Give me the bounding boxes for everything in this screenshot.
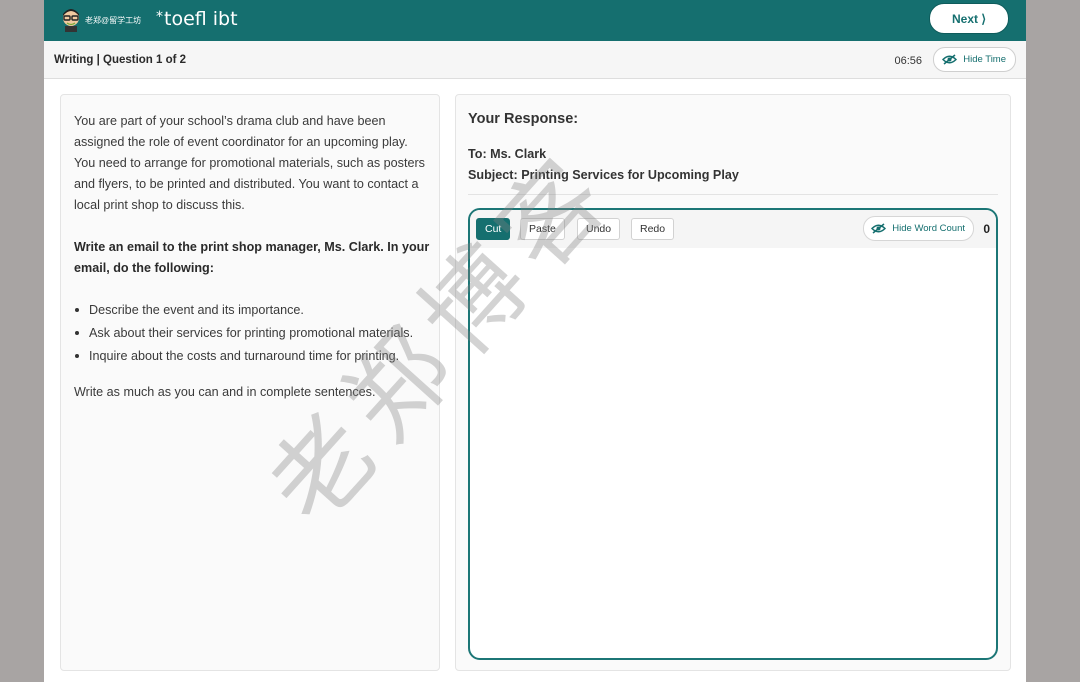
prompt-task: Write an email to the print shop manager… <box>74 240 430 275</box>
prompt-text: You are part of your school’s drama club… <box>74 111 430 424</box>
response-textarea[interactable] <box>470 248 996 658</box>
eye-slash-icon <box>942 54 958 65</box>
paste-button[interactable]: Paste <box>520 218 565 240</box>
email-subject-line: Subject: Printing Services for Upcoming … <box>468 168 739 182</box>
bullet-text: Ask about their services for printing pr… <box>89 326 414 340</box>
next-button[interactable]: Next ⟩ <box>929 3 1009 34</box>
prompt-panel: You are part of your school’s drama club… <box>60 94 440 671</box>
eye-slash-icon <box>871 223 887 234</box>
bullet-dot <box>75 331 79 335</box>
question-status-bar: Writing | Question 1 of 2 06:56 Hide Tim… <box>44 41 1026 79</box>
to-value: Ms. Clark <box>490 147 547 161</box>
redo-button[interactable]: Redo <box>631 218 675 240</box>
logo-star: * <box>156 9 163 25</box>
cartoon-avatar-icon <box>60 8 82 32</box>
prompt-closing: Write as much as you can and in complete… <box>74 385 376 399</box>
response-title: Your Response: <box>468 111 579 127</box>
bullet-dot <box>75 308 79 312</box>
prompt-intro: You are part of your school’s drama club… <box>74 114 425 212</box>
prompt-bullet-list: Describe the event and its importance. A… <box>74 300 430 367</box>
subject-label: Subject: <box>468 168 518 182</box>
to-label: To: <box>468 147 487 161</box>
hide-word-count-label: Hide Word Count <box>892 223 965 234</box>
list-item: Ask about their services for printing pr… <box>74 323 430 344</box>
bullet-text: Inquire about the costs and turnaround t… <box>89 349 400 363</box>
toefl-app: 老郑@留学工坊 *toefl ibt Next ⟩ Writing | Ques… <box>44 0 1026 682</box>
brand-badge: 老郑@留学工坊 <box>60 7 141 33</box>
logo-text: toefl ibt <box>164 8 238 30</box>
response-panel: Your Response: To: Ms. Clark Subject: Pr… <box>455 94 1011 671</box>
toefl-ibt-logo: *toefl ibt <box>156 6 238 32</box>
bullet-dot <box>75 354 79 358</box>
list-item: Inquire about the costs and turnaround t… <box>74 346 430 367</box>
divider <box>468 194 998 195</box>
countdown-timer: 06:56 <box>894 55 922 67</box>
top-header-bar: 老郑@留学工坊 *toefl ibt Next ⟩ <box>44 0 1026 41</box>
word-count-value: 0 <box>983 222 990 236</box>
bullet-text: Describe the event and its importance. <box>89 303 304 317</box>
hide-time-label: Hide Time <box>963 54 1006 65</box>
hide-word-count-button[interactable]: Hide Word Count <box>863 216 974 241</box>
cut-button[interactable]: Cut <box>476 218 511 240</box>
hide-time-button[interactable]: Hide Time <box>933 47 1016 72</box>
email-to-line: To: Ms. Clark <box>468 147 546 161</box>
response-editor: Cut Paste Undo Redo Hide Word Count 0 <box>468 208 998 660</box>
brand-badge-text: 老郑@留学工坊 <box>85 15 142 25</box>
section-title: Writing | Question 1 of 2 <box>54 54 187 66</box>
undo-button[interactable]: Undo <box>577 218 621 240</box>
list-item: Describe the event and its importance. <box>74 300 430 321</box>
editor-toolbar: Cut Paste Undo Redo Hide Word Count 0 <box>470 210 996 248</box>
subject-value: Printing Services for Upcoming Play <box>521 168 739 182</box>
